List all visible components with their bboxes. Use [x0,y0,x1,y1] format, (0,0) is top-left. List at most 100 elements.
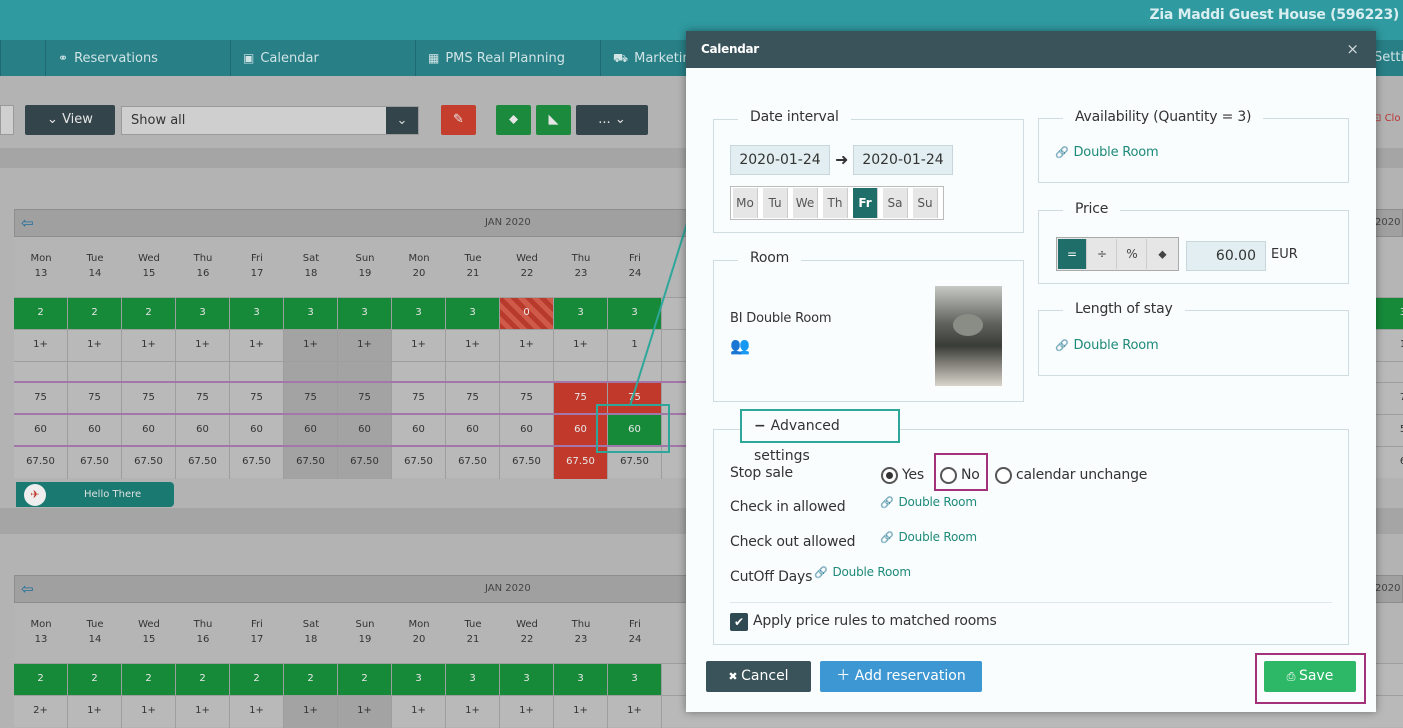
calendar-cell[interactable]: 3 [284,298,338,330]
calendar-cell[interactable]: 1+ [122,330,176,362]
availability-link[interactable]: 🔗 Double Room [1055,145,1159,160]
weekday-toggle[interactable]: Mo [733,188,758,218]
calendar-cell[interactable]: 60 [176,415,230,447]
close-toggle[interactable]: ⊡ Clo [1373,113,1403,124]
arrow-left-icon[interactable]: ⇦ [21,214,34,232]
calendar-cell[interactable]: 75 [14,383,68,415]
calendar-cell[interactable]: 1+ [338,696,392,728]
calendar-cell[interactable]: 1+ [338,330,392,362]
tag-button[interactable]: ⬥ [496,105,531,135]
calendar-cell[interactable]: 60 [392,415,446,447]
close-icon[interactable]: × [1346,40,1359,58]
calendar-cell[interactable]: 2 [122,298,176,330]
calendar-cell[interactable]: 1+ [284,696,338,728]
calendar-cell[interactable]: 2 [68,664,122,696]
calendar-cell[interactable]: 3 [392,664,446,696]
flag-button[interactable]: ◣ [536,105,571,135]
calendar-cell[interactable]: 60 [230,415,284,447]
calendar-cell[interactable]: 2 [230,664,284,696]
stepper-button[interactable]: ÷ [1088,239,1117,269]
equals-button[interactable]: = [1058,239,1087,269]
calendar-cell[interactable]: 67.50 [338,447,392,479]
calendar-cell[interactable]: 1+ [284,330,338,362]
calendar-cell[interactable]: 1+ [68,696,122,728]
calendar-cell[interactable]: 67.50 [122,447,176,479]
date-from-input[interactable]: 2020-01-24 [730,145,830,175]
advanced-settings-toggle[interactable]: − Advanced settings [740,409,900,464]
price-input[interactable]: 60.00 [1186,241,1266,271]
calendar-cell[interactable]: 60 [500,415,554,447]
apply-rules-checkbox[interactable]: ✔ [730,613,748,631]
calendar-cell[interactable]: 2 [176,664,230,696]
view-button[interactable]: ⌄ View [25,105,115,135]
hotel-name[interactable]: Zia Maddi Guest House (596223) [1150,7,1400,23]
calendar-cell[interactable]: 75 [176,383,230,415]
calendar-cell[interactable]: 3 [230,298,284,330]
calendar-cell[interactable]: 75 [392,383,446,415]
calendar-cell[interactable]: 1+ [554,696,608,728]
calendar-cell[interactable]: 1+ [500,330,554,362]
reservation-bar[interactable]: ✈ Hello There [16,482,174,507]
cutoff-link[interactable]: 🔗 Double Room [814,565,911,579]
calendar-cell[interactable]: 2 [338,664,392,696]
edit-button[interactable]: ✎ [441,105,476,135]
nav-settings[interactable]: Settin [1372,40,1403,76]
calendar-cell[interactable]: 2 [122,664,176,696]
weekday-toggle[interactable]: Th [823,188,848,218]
calendar-cell[interactable]: 0 [500,298,554,330]
calendar-cell[interactable]: 2+ [14,696,68,728]
calendar-cell[interactable]: 3 [500,664,554,696]
calendar-cell[interactable]: 1 [1376,330,1403,362]
calendar-cell[interactable]: 75 [230,383,284,415]
calendar-cell[interactable]: 75 [446,383,500,415]
calendar-cell[interactable]: 6 [1376,447,1403,479]
filter-select[interactable]: Show all ⌄ [121,106,419,135]
nav-reservations[interactable]: ⚭ Reservations [45,40,230,76]
calendar-cell[interactable]: 67.50 [176,447,230,479]
calendar-cell[interactable]: 3 [392,298,446,330]
tag-button[interactable]: ⬥ [1148,239,1177,269]
calendar-cell[interactable]: 2 [284,664,338,696]
calendar-cell[interactable]: 1+ [392,330,446,362]
stop-sale-yes-radio[interactable] [881,467,898,484]
nav-pms-real-planning[interactable]: ▦ PMS Real Planning [415,40,600,76]
calendar-cell[interactable]: 1+ [500,696,554,728]
calendar-cell[interactable]: 60 [68,415,122,447]
calendar-cell[interactable]: 75 [122,383,176,415]
calendar-cell[interactable]: 1+ [122,696,176,728]
calendar-cell[interactable]: 3 [176,298,230,330]
calendar-cell[interactable]: 1+ [230,696,284,728]
calendar-cell[interactable]: 5 [1376,415,1403,447]
calendar-cell[interactable]: 3 [338,298,392,330]
add-reservation-button[interactable]: ＋ Add reservation [820,661,982,692]
calendar-cell[interactable]: 60 [284,415,338,447]
nav-marketing[interactable]: ⛟ Marketing [600,40,699,76]
calendar-cell[interactable]: 67.50 [392,447,446,479]
weekday-toggle[interactable]: Sa [883,188,908,218]
calendar-cell[interactable]: 67.50 [500,447,554,479]
calendar-cell[interactable]: 67.50 [284,447,338,479]
calendar-cell[interactable]: 1+ [446,696,500,728]
check-in-link[interactable]: 🔗 Double Room [880,495,977,509]
calendar-cell[interactable]: 2 [14,664,68,696]
date-to-input[interactable]: 2020-01-24 [853,145,953,175]
nav-calendar[interactable]: ▣ Calendar [230,40,415,76]
calendar-cell[interactable]: 1+ [176,696,230,728]
weekday-toggle[interactable]: Fr [853,188,878,218]
check-out-link[interactable]: 🔗 Double Room [880,530,977,544]
calendar-cell[interactable]: 60 [446,415,500,447]
weekday-toggle[interactable]: We [793,188,818,218]
percent-button[interactable]: % [1118,239,1147,269]
calendar-cell[interactable]: 3 [446,664,500,696]
stop-sale-unchange-radio[interactable] [995,467,1012,484]
calendar-cell[interactable]: 75 [284,383,338,415]
calendar-cell[interactable]: 3 [1376,298,1403,330]
weekday-toggle[interactable]: Su [913,188,938,218]
calendar-cell[interactable]: 1+ [446,330,500,362]
calendar-cell[interactable]: 3 [554,664,608,696]
calendar-cell[interactable]: 7 [1376,383,1403,415]
calendar-cell[interactable]: 1+ [392,696,446,728]
calendar-cell[interactable]: 67.50 [14,447,68,479]
calendar-cell[interactable]: 60 [338,415,392,447]
room-thumbnail[interactable] [935,286,1002,386]
